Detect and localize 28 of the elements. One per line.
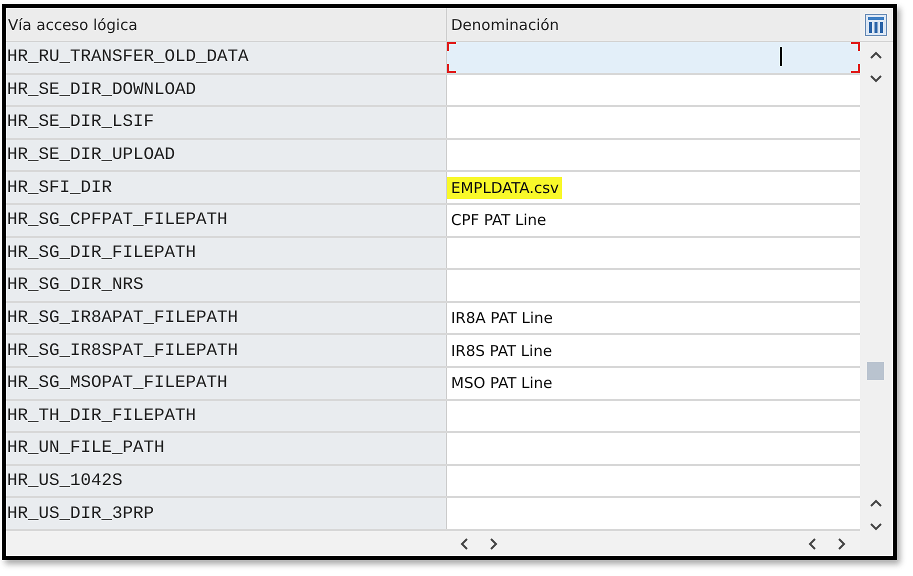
table-cell: HR_SG_IR8SPAT_FILEPATH — [6, 335, 446, 366]
column-settings-icon[interactable] — [864, 14, 886, 36]
cell-text: IR8S PAT Line — [451, 342, 552, 360]
scroll-up-icon[interactable] — [868, 498, 882, 508]
table-cell: HR_SE_DIR_LSIF — [6, 107, 446, 138]
column-header[interactable]: Vía acceso lógica — [6, 8, 446, 41]
scroll-down-icon[interactable] — [868, 522, 882, 532]
table-cell: HR_TH_DIR_FILEPATH — [6, 400, 446, 432]
table-cell: HR_SG_MSOPAT_FILEPATH — [6, 368, 446, 399]
table-cell: HR_SG_DIR_NRS — [6, 270, 446, 301]
cell-text: MSO PAT Line — [451, 374, 552, 392]
scroll-thumb[interactable] — [867, 362, 884, 380]
scroll-down-icon[interactable] — [868, 74, 882, 84]
table-cell: HR_US_1042S — [6, 466, 446, 496]
table-cell: HR_US_DIR_3PRP — [6, 498, 446, 529]
cell-text: CPF PAT Line — [451, 211, 546, 230]
table-cell: HR_SG_CPFPAT_FILEPATH — [6, 204, 446, 236]
table-cell: HR_SE_DIR_DOWNLOAD — [6, 74, 446, 106]
table-cell: HR_SG_IR8APAT_FILEPATH — [6, 302, 446, 334]
scroll-up-icon[interactable] — [868, 50, 882, 60]
cell-text: IR8A PAT Line — [451, 309, 553, 328]
table-cell: HR_SFI_DIR — [6, 172, 446, 203]
table-cell: HR_SG_DIR_FILEPATH — [6, 238, 446, 268]
table-cell: HR_RU_TRANSFER_OLD_DATA — [6, 42, 446, 73]
table-cell: HR_SE_DIR_UPLOAD — [6, 140, 446, 170]
cell-text: EMPLDATA.csv — [447, 176, 562, 199]
input-field[interactable] — [446, 42, 860, 73]
table-cell: HR_UN_FILE_PATH — [6, 433, 446, 464]
